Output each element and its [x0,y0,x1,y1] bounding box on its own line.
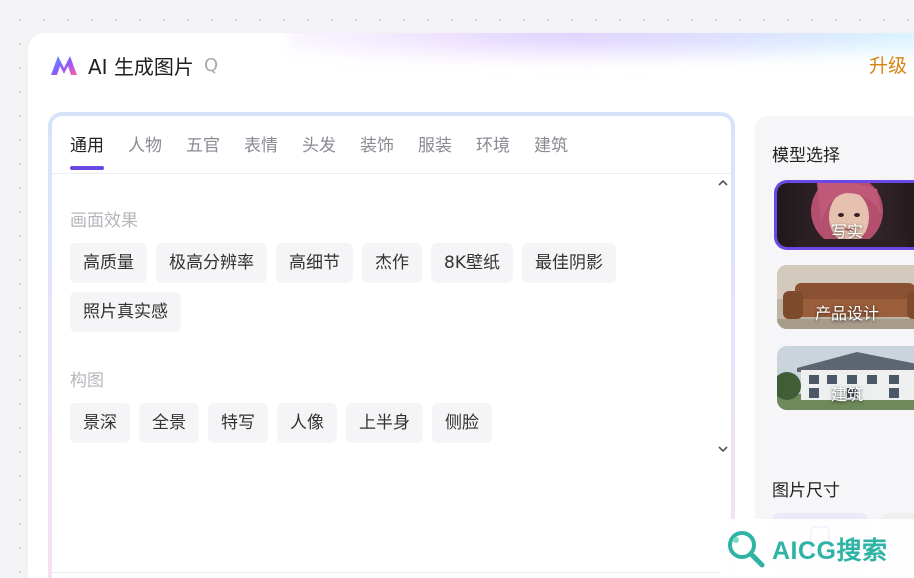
tag-group-composition: 景深 全景 特写 人像 上半身 侧脸 [70,403,690,452]
tag-chip[interactable]: 极高分辨率 [156,243,267,283]
tab-people[interactable]: 人物 [128,130,162,170]
scroll-down-icon[interactable] [718,444,728,454]
tag-chip[interactable]: 照片真实感 [70,292,181,332]
model-label: 产品设计 [814,304,879,323]
tag-chip[interactable]: 高细节 [276,243,353,283]
tab-facial-features[interactable]: 五官 [186,130,220,170]
tag-chip[interactable]: 杰作 [362,243,422,283]
tag-chip[interactable]: 人像 [277,403,337,443]
tab-clothing[interactable]: 服装 [418,130,452,170]
tag-chip[interactable]: 最佳阴影 [521,243,616,283]
site-watermark: AICG搜索 [720,519,914,578]
tag-chip[interactable]: 全景 [139,403,199,443]
scroll-up-icon[interactable] [718,178,728,188]
tag-panel-scrollbar[interactable] [715,174,731,460]
size-section-title: 图片尺寸 [772,481,840,501]
tag-chip[interactable]: 8K壁纸 [431,243,513,283]
model-section-title: 模型选择 [772,146,840,166]
model-card-realistic[interactable]: 写实 [777,183,914,247]
tag-chip[interactable]: 侧脸 [432,403,492,443]
tag-panel-body: 通用 人物 五官 表情 头发 装饰 服装 环境 建筑 画面效果 高质量 极高分辨… [52,116,731,578]
section-title-visual-effect: 画面效果 [70,211,138,231]
prompt-tag-panel: 通用 人物 五官 表情 头发 装饰 服装 环境 建筑 画面效果 高质量 极高分辨… [48,112,735,578]
panel-footer-divider [52,572,731,573]
app-title: AI 生成图片 [88,54,194,79]
category-tabs: 通用 人物 五官 表情 头发 装饰 服装 环境 建筑 [70,130,592,170]
tabs-divider [52,173,731,174]
tab-expression[interactable]: 表情 [244,130,278,170]
upgrade-button[interactable]: 升级 [869,51,907,78]
tab-environment[interactable]: 环境 [476,130,510,170]
tag-group-visual-effect: 高质量 极高分辨率 高细节 杰作 8K壁纸 最佳阴影 照片真实感 [70,243,690,341]
tab-hair[interactable]: 头发 [302,130,336,170]
tag-chip[interactable]: 上半身 [346,403,423,443]
tag-chip[interactable]: 特写 [208,403,268,443]
model-label: 写实 [830,222,863,241]
app-window: AI 生成图片 Q 升级 通用 人物 五官 表情 头发 装饰 服装 环境 建筑 … [28,33,914,578]
search-icon[interactable]: Q [204,55,218,76]
header-glow [288,33,914,73]
model-label: 建筑 [830,385,863,404]
app-header: AI 生成图片 Q [50,50,218,80]
section-title-composition: 构图 [70,371,104,391]
settings-panel: 模型选择 写实 产品设计 建筑 图片尺寸 [755,116,914,578]
app-logo-icon [51,56,77,75]
tab-decoration[interactable]: 装饰 [360,130,394,170]
magnifier-logo-icon [728,530,765,567]
tag-chip[interactable]: 高质量 [70,243,147,283]
tab-architecture[interactable]: 建筑 [534,130,568,170]
watermark-text: AICG搜索 [772,536,888,565]
tag-chip[interactable]: 景深 [70,403,130,443]
tab-general[interactable]: 通用 [70,130,104,170]
model-card-architecture[interactable]: 建筑 [777,346,914,410]
model-card-product-design[interactable]: 产品设计 [777,265,914,329]
